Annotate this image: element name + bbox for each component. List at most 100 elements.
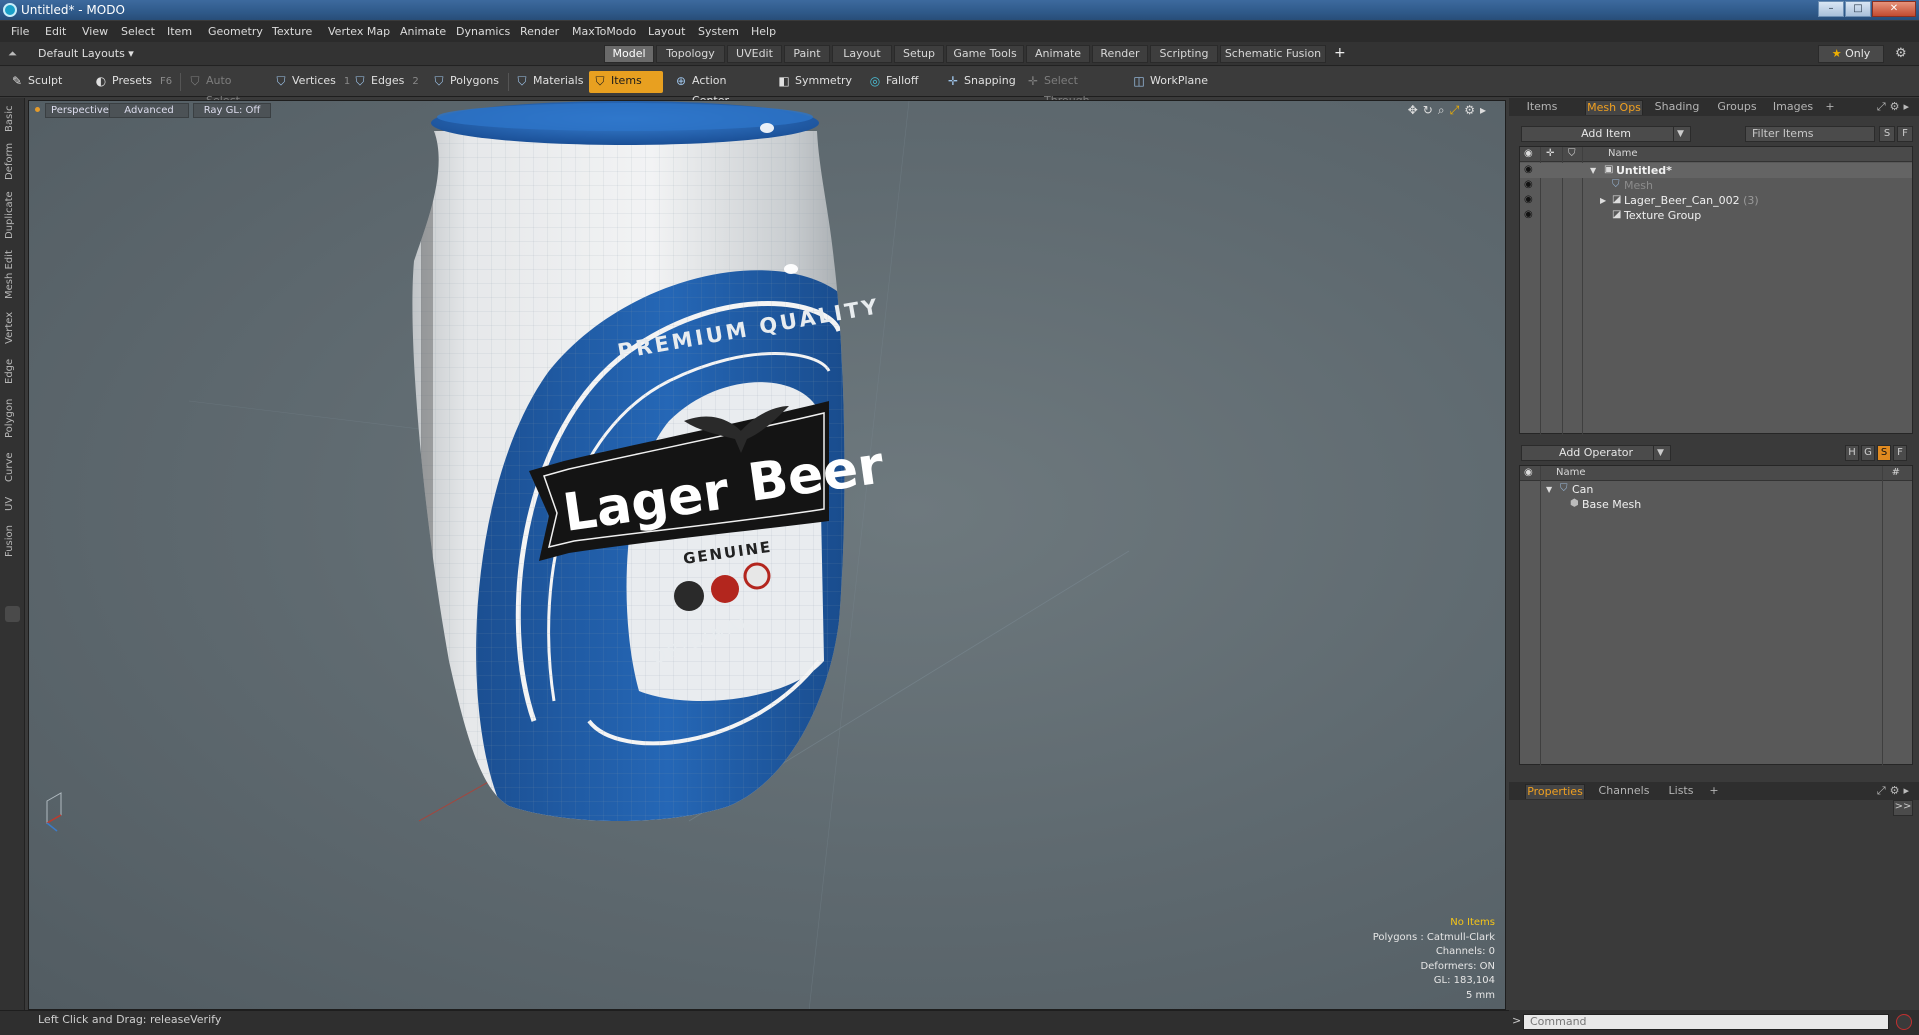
expand-icon[interactable]: ▸ — [1480, 103, 1491, 117]
tab-setup[interactable]: Setup — [894, 45, 944, 63]
add-item-dropdown[interactable]: Add Item ▼ — [1521, 126, 1691, 142]
layouts-dropdown[interactable]: Default Layouts ▾ — [38, 47, 134, 60]
item-list[interactable]: ◉ ✛ ⛉ Name ◉ ▼ ▣ Untitled* ◉ ⛉ Mesh ◉ ▶ … — [1519, 146, 1913, 435]
tab-duplicate[interactable]: Duplicate — [4, 190, 20, 240]
menu-item[interactable]: Item — [167, 25, 192, 38]
stop-icon[interactable] — [1896, 1014, 1912, 1030]
tab-fusion[interactable]: Fusion — [4, 524, 20, 558]
tab-polygon[interactable]: Polygon — [4, 396, 20, 440]
filter-f-button[interactable]: F — [1897, 126, 1913, 142]
select-through-button[interactable]: ✛ Select Through — [1022, 71, 1122, 107]
add-operator-dropdown[interactable]: Add Operator ▼ — [1521, 445, 1671, 461]
tab-groups[interactable]: Groups — [1711, 100, 1763, 115]
menu-view[interactable]: View — [82, 25, 108, 38]
expand-triangle-icon[interactable]: ▶ — [1600, 196, 1606, 205]
rotate-icon[interactable]: ↻ — [1423, 103, 1438, 117]
tree-row-texture-group[interactable]: ◉ ◪ Texture Group — [1520, 208, 1912, 223]
zoom-icon[interactable]: ⌕ — [1438, 103, 1450, 117]
collapse-triangle-icon[interactable]: ▼ — [1590, 166, 1596, 175]
sculpt-button[interactable]: ✎ Sculpt — [6, 71, 86, 93]
menu-geometry[interactable]: Geometry — [208, 25, 263, 38]
collapse-triangle-icon[interactable]: ▼ — [1546, 485, 1552, 494]
menu-layout[interactable]: Layout — [648, 25, 685, 38]
tab-mesh-ops[interactable]: Mesh Ops — [1585, 100, 1643, 115]
menu-file[interactable]: File — [11, 25, 29, 38]
palette-toggle-button[interactable] — [5, 606, 20, 622]
polygons-button[interactable]: ⛉ Polygons — [428, 71, 506, 93]
3d-viewport[interactable]: PREMIUM QUALITY Lager Beer GENUINE ORIGI… — [28, 100, 1506, 1010]
add-panel-tab-button[interactable]: + — [1707, 784, 1721, 799]
tree-row-mesh[interactable]: ◉ ⛉ Mesh — [1520, 178, 1912, 193]
maximize-button[interactable]: □ — [1845, 1, 1871, 17]
eye-icon[interactable]: ◉ — [1524, 194, 1533, 205]
tab-mesh-edit[interactable]: Mesh Edit — [4, 250, 20, 300]
tab-uv[interactable]: UV — [4, 494, 20, 514]
tab-properties[interactable]: Properties — [1525, 784, 1585, 799]
menu-texture[interactable]: Texture — [272, 25, 312, 38]
tab-animate[interactable]: Animate — [1026, 45, 1090, 63]
expand-properties-button[interactable]: >> — [1893, 800, 1913, 816]
raygl-toggle[interactable]: Ray GL: Off — [193, 103, 271, 118]
presets-button[interactable]: ◐ Presets F6 — [90, 71, 176, 93]
menu-select[interactable]: Select — [121, 25, 155, 38]
eye-icon[interactable]: ◉ — [1524, 209, 1533, 220]
tree-row-base-mesh[interactable]: ⬢ Base Mesh — [1520, 497, 1912, 512]
tab-shading[interactable]: Shading — [1649, 100, 1705, 115]
snapping-button[interactable]: ✛ Snapping — [942, 71, 1016, 93]
menu-vertex-map[interactable]: Vertex Map — [328, 25, 390, 38]
close-button[interactable]: ✕ — [1872, 1, 1916, 17]
tab-channels[interactable]: Channels — [1595, 784, 1653, 799]
items-button[interactable]: ⛉ Items — [589, 71, 663, 93]
tab-vertex[interactable]: Vertex — [4, 310, 20, 346]
edges-button[interactable]: ⛉ Edges 2 — [349, 71, 421, 93]
ops-h-button[interactable]: H — [1845, 445, 1859, 461]
command-input[interactable]: Command — [1523, 1014, 1889, 1030]
minimize-button[interactable]: – — [1818, 1, 1844, 17]
ops-g-button[interactable]: G — [1861, 445, 1875, 461]
tab-lists[interactable]: Lists — [1661, 784, 1701, 799]
tab-schematic-fusion[interactable]: Schematic Fusion — [1220, 45, 1326, 63]
view-mode-dropdown[interactable]: Perspective — [45, 103, 115, 118]
panel-controls[interactable]: ⤢⚙▸ — [1877, 784, 1913, 798]
tree-row-lager-beer-can[interactable]: ◉ ▶ ◪ Lager_Beer_Can_002 (3) — [1520, 193, 1912, 208]
mesh-ops-list[interactable]: ◉ Name # ▼ ⛉ Can ⬢ Base Mesh — [1519, 465, 1913, 766]
eye-icon[interactable]: ◉ — [1524, 179, 1533, 190]
menu-help[interactable]: Help — [751, 25, 776, 38]
tab-game-tools[interactable]: Game Tools — [946, 45, 1024, 63]
action-center-button[interactable]: ⊕ Action Center — [670, 71, 762, 107]
auto-select-button[interactable]: ⛉ Auto Select — [184, 71, 268, 107]
tree-row-untitled[interactable]: ◉ ▼ ▣ Untitled* — [1520, 163, 1912, 178]
tab-basic[interactable]: Basic — [4, 104, 20, 134]
tree-row-can[interactable]: ▼ ⛉ Can — [1520, 482, 1912, 497]
add-panel-tab-button[interactable]: + — [1823, 100, 1837, 115]
tab-scripting[interactable]: Scripting — [1150, 45, 1218, 63]
viewport-settings-icon[interactable]: ⚙ — [1464, 103, 1480, 117]
eye-icon[interactable]: ◉ — [1524, 164, 1533, 175]
tab-paint[interactable]: Paint — [784, 45, 830, 63]
tab-topology[interactable]: Topology — [656, 45, 725, 63]
tab-edge[interactable]: Edge — [4, 356, 20, 386]
shading-dropdown[interactable]: Advanced — [109, 103, 189, 118]
vertices-button[interactable]: ⛉ Vertices 1 — [270, 71, 350, 93]
tab-render[interactable]: Render — [1092, 45, 1148, 63]
tab-deform[interactable]: Deform — [4, 142, 20, 180]
symmetry-button[interactable]: ◧ Symmetry — [773, 71, 853, 93]
falloff-button[interactable]: ◎ Falloff — [864, 71, 930, 93]
layout-menu-icon[interactable]: ⏶ — [8, 47, 17, 61]
materials-button[interactable]: ⛉ Materials — [511, 71, 585, 93]
menu-edit[interactable]: Edit — [45, 25, 66, 38]
tab-layout[interactable]: Layout — [832, 45, 892, 63]
menu-render[interactable]: Render — [520, 25, 559, 38]
viewport-menu-dot-icon[interactable] — [35, 107, 40, 112]
tab-images[interactable]: Images — [1767, 100, 1819, 115]
gear-icon[interactable]: ⚙ — [1895, 46, 1907, 61]
tab-model[interactable]: Model — [604, 45, 654, 63]
only-button[interactable]: ★ Only — [1818, 45, 1884, 63]
ops-s-button[interactable]: S — [1877, 445, 1891, 461]
add-layout-tab-button[interactable]: + — [1334, 45, 1346, 61]
tab-uvedit[interactable]: UVEdit — [727, 45, 782, 63]
menu-animate[interactable]: Animate — [400, 25, 446, 38]
workplane-button[interactable]: ◫ WorkPlane — [1128, 71, 1208, 93]
menu-system[interactable]: System — [698, 25, 739, 38]
filter-items-input[interactable]: Filter Items — [1745, 126, 1875, 142]
